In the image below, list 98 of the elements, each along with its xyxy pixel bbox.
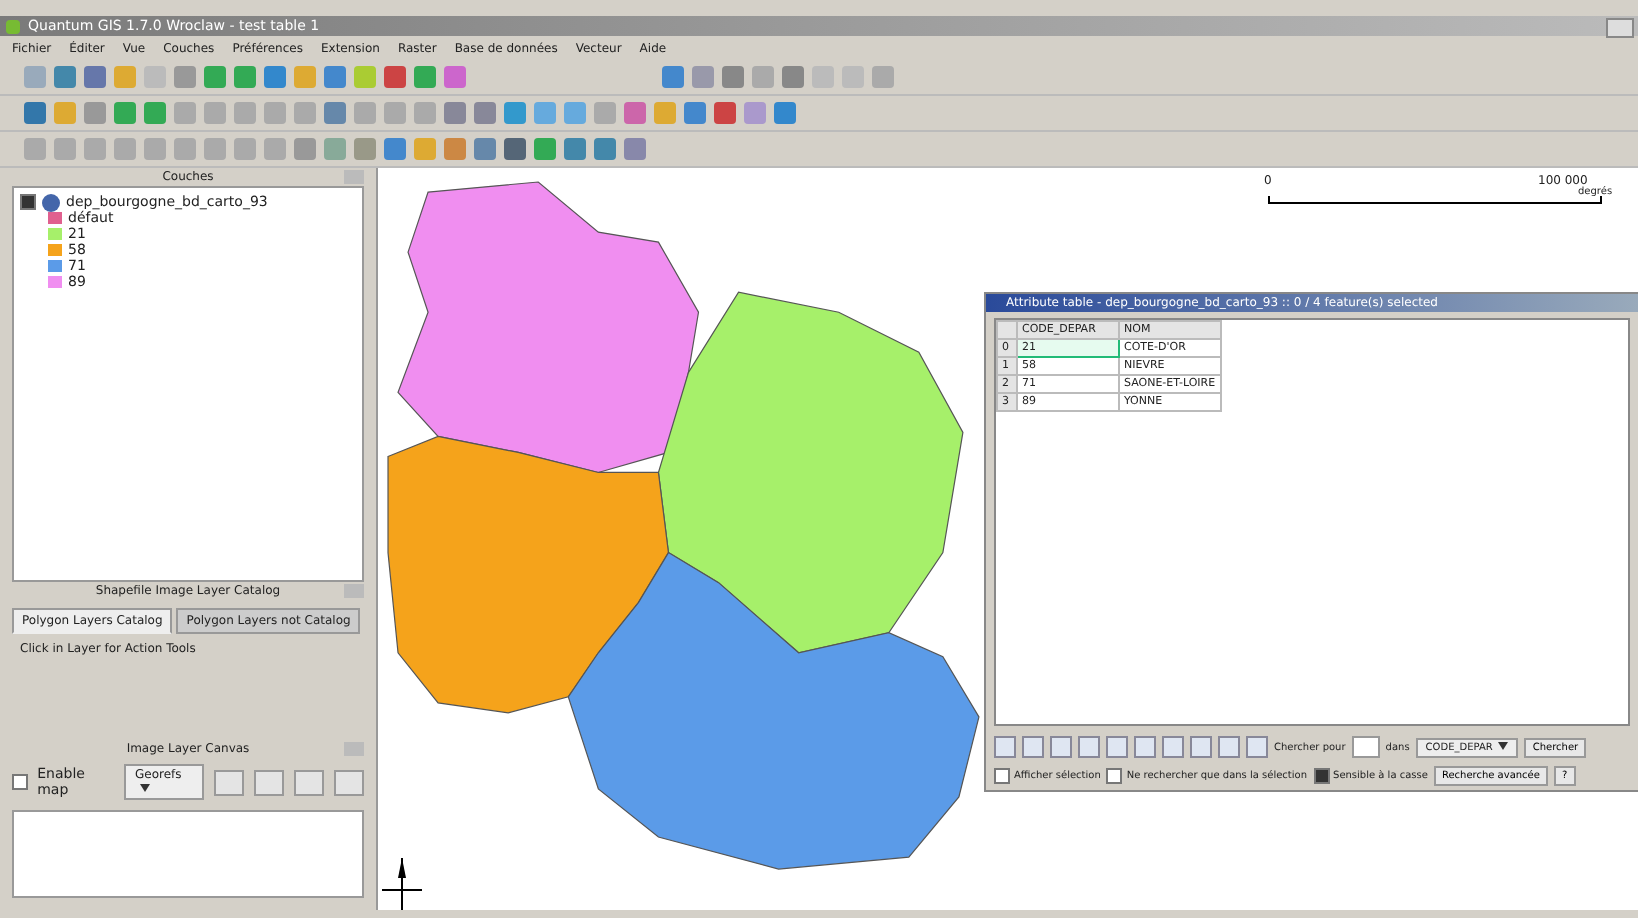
close-icon[interactable]	[344, 742, 364, 756]
toolbar-icon[interactable]	[354, 102, 376, 124]
toolbar-icon[interactable]	[1078, 736, 1100, 758]
toolbar-icon[interactable]	[54, 102, 76, 124]
tool-button[interactable]	[293, 769, 324, 795]
toolbar-icon[interactable]	[114, 102, 136, 124]
toolbar-icon[interactable]	[812, 66, 834, 88]
toolbar-icon[interactable]	[684, 102, 706, 124]
toolbar-icon[interactable]	[24, 138, 46, 160]
toolbar-icon[interactable]	[144, 102, 166, 124]
toolbar-icon[interactable]	[144, 138, 166, 160]
toolbar-icon[interactable]	[174, 66, 196, 88]
tool-button[interactable]	[333, 769, 365, 795]
toolbar-icon[interactable]	[534, 102, 556, 124]
toolbar-icon[interactable]	[594, 102, 616, 124]
tool-button[interactable]	[253, 769, 284, 795]
toolbar-icon[interactable]	[54, 138, 76, 160]
toolbar-icon[interactable]	[692, 66, 714, 88]
toolbar-icon[interactable]	[534, 138, 556, 160]
toolbar-icon[interactable]	[714, 102, 736, 124]
checkbox[interactable]	[994, 768, 1010, 784]
toolbar-icon[interactable]	[324, 102, 346, 124]
toolbar-icon[interactable]	[564, 138, 586, 160]
toolbar-icon[interactable]	[564, 102, 586, 124]
toolbar-icon[interactable]	[1022, 736, 1044, 758]
toolbar-icon[interactable]	[144, 66, 166, 88]
toolbar-icon[interactable]	[174, 102, 196, 124]
toolbar-icon[interactable]	[264, 102, 286, 124]
checkbox[interactable]	[1313, 768, 1330, 784]
toolbar-icon[interactable]	[84, 66, 106, 88]
toolbar-icon[interactable]	[264, 138, 286, 160]
toolbar-icon[interactable]	[1162, 736, 1184, 758]
toolbar-icon[interactable]	[752, 66, 774, 88]
toolbar-icon[interactable]	[594, 138, 616, 160]
toolbar-icon[interactable]	[444, 66, 466, 88]
checkbox[interactable]	[12, 774, 28, 790]
toolbar-icon[interactable]	[384, 138, 406, 160]
toolbar-icon[interactable]	[24, 66, 46, 88]
checkbox[interactable]	[20, 194, 36, 210]
toolbar-icon[interactable]	[264, 66, 286, 88]
toolbar-icon[interactable]	[234, 138, 256, 160]
toolbar-icon[interactable]	[1218, 736, 1240, 758]
toolbar-icon[interactable]	[204, 102, 226, 124]
tool-button[interactable]	[213, 769, 244, 795]
toolbar-icon[interactable]	[354, 66, 376, 88]
toolbar-icon[interactable]	[204, 138, 226, 160]
toolbar-icon[interactable]	[474, 138, 496, 160]
toolbar-icon[interactable]	[384, 102, 406, 124]
toolbar-icon[interactable]	[1190, 736, 1212, 758]
search-field[interactable]	[1351, 736, 1380, 758]
toolbar-icon[interactable]	[204, 66, 226, 88]
caret-icon	[1498, 742, 1509, 751]
toolbar-icon[interactable]	[744, 102, 766, 124]
toolbar-icon[interactable]	[24, 102, 46, 124]
toolbar-icon[interactable]	[994, 736, 1016, 758]
toolbar-icon[interactable]	[324, 66, 346, 88]
toolbar-icon[interactable]	[114, 138, 136, 160]
toolbar-icon[interactable]	[624, 138, 646, 160]
toolbar-icon[interactable]	[624, 102, 646, 124]
toolbar-icon[interactable]	[872, 66, 894, 88]
toolbar-icon[interactable]	[474, 102, 496, 124]
checkbox[interactable]	[1106, 768, 1123, 784]
north-arrow-icon	[382, 858, 422, 910]
toolbar-icon[interactable]	[504, 138, 526, 160]
toolbar-icon[interactable]	[84, 102, 106, 124]
toolbar-icon[interactable]	[354, 138, 376, 160]
toolbar-icon[interactable]	[324, 138, 346, 160]
toolbar-icon[interactable]	[782, 66, 804, 88]
toolbar-icon[interactable]	[114, 66, 136, 88]
toolbar-icon[interactable]	[444, 138, 466, 160]
toolbar-icon[interactable]	[294, 66, 316, 88]
caret-icon	[140, 784, 151, 793]
toolbar-icon[interactable]	[294, 102, 316, 124]
layer-icon	[42, 193, 60, 211]
toolbar-icon[interactable]	[1134, 736, 1156, 758]
toolbar-icon[interactable]	[1050, 736, 1072, 758]
toolbar-icon[interactable]	[54, 66, 76, 88]
toolbar-icon[interactable]	[444, 102, 466, 124]
app-icon	[6, 20, 20, 34]
close-icon[interactable]	[344, 584, 364, 598]
toolbar-icon[interactable]	[662, 66, 684, 88]
toolbar-icon[interactable]	[722, 66, 744, 88]
toolbar-icon[interactable]	[234, 102, 256, 124]
toolbar-icon[interactable]	[414, 138, 436, 160]
toolbar-icon[interactable]	[234, 66, 256, 88]
toolbar-icon[interactable]	[1106, 736, 1128, 758]
toolbar-icon[interactable]	[414, 102, 436, 124]
toolbar-icon[interactable]	[774, 102, 796, 124]
toolbar-icon[interactable]	[504, 102, 526, 124]
close-icon[interactable]	[344, 170, 364, 184]
toolbar-icon[interactable]	[384, 66, 406, 88]
toolbar-icon[interactable]	[294, 138, 316, 160]
toolbar-icon[interactable]	[84, 138, 106, 160]
toolbar-icon[interactable]	[414, 66, 436, 88]
toolbar-icon[interactable]	[174, 138, 196, 160]
toolbar-icon[interactable]	[654, 102, 676, 124]
toolbar-icon[interactable]	[1246, 736, 1268, 758]
toolbar-icon[interactable]	[842, 66, 864, 88]
